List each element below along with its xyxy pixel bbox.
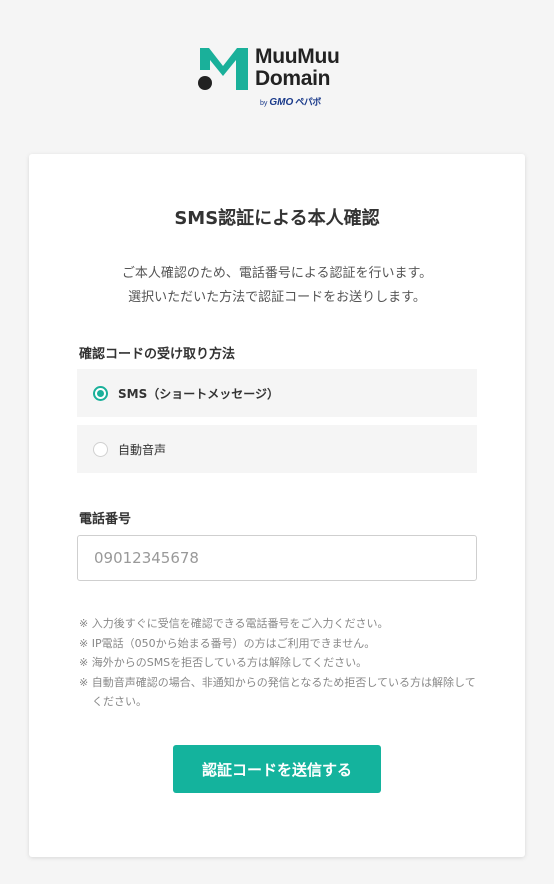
- logo-mark-icon: [198, 48, 248, 90]
- method-label: 確認コードの受け取り方法: [79, 347, 236, 362]
- note-item: ※ IP電話（050から始まる番号）の方はご利用できません。: [79, 636, 376, 650]
- note-item: ※ 自動音声確認の場合、非通知からの発信となるため拒否している方は解除してくださ…: [79, 675, 476, 709]
- logo-wordmark: MuuMuu Domain: [255, 46, 365, 90]
- phone-label: 電話番号: [79, 512, 132, 527]
- logo-byline: by GMO ペパボ: [260, 95, 321, 108]
- logo-line1: MuuMuu: [255, 45, 340, 68]
- phone-input[interactable]: [77, 535, 477, 581]
- page-description: ご本人確認のため、電話番号による認証を行います。 選択いただいた方法で認証コード…: [29, 262, 525, 310]
- notes-list: ※ 入力後すぐに受信を確認できる電話番号をご入力ください。 ※ IP電話（050…: [79, 614, 479, 712]
- method-option-sms[interactable]: SMS（ショートメッセージ）: [77, 369, 477, 417]
- note-item: ※ 海外からのSMSを拒否している方は解除してください。: [79, 656, 368, 669]
- logo-by: by: [260, 100, 268, 107]
- method-option-sms-label: SMS（ショートメッセージ）: [118, 386, 279, 401]
- logo-pepabo: ペパボ: [295, 97, 321, 107]
- send-code-button[interactable]: 認証コードを送信する: [173, 745, 381, 793]
- logo-line2: Domain: [255, 67, 331, 90]
- logo-gmo: GMO: [269, 97, 294, 108]
- muumuu-domain-logo: MuuMuu Domain by GMO ペパボ: [196, 46, 366, 110]
- radio-unchecked-icon[interactable]: [93, 441, 108, 457]
- description-line-2: 選択いただいた方法で認証コードをお送りします。: [128, 290, 426, 305]
- note-item: ※ 入力後すぐに受信を確認できる電話番号をご入力ください。: [79, 617, 389, 630]
- sms-verification-card: SMS認証による本人確認 ご本人確認のため、電話番号による認証を行います。 選択…: [29, 154, 525, 857]
- radio-checked-icon[interactable]: [93, 385, 108, 401]
- description-line-1: ご本人確認のため、電話番号による認証を行います。: [121, 266, 433, 281]
- page-title: SMS認証による本人確認: [174, 208, 380, 229]
- method-option-voice-label: 自動音声: [118, 442, 167, 457]
- method-option-voice[interactable]: 自動音声: [77, 425, 477, 473]
